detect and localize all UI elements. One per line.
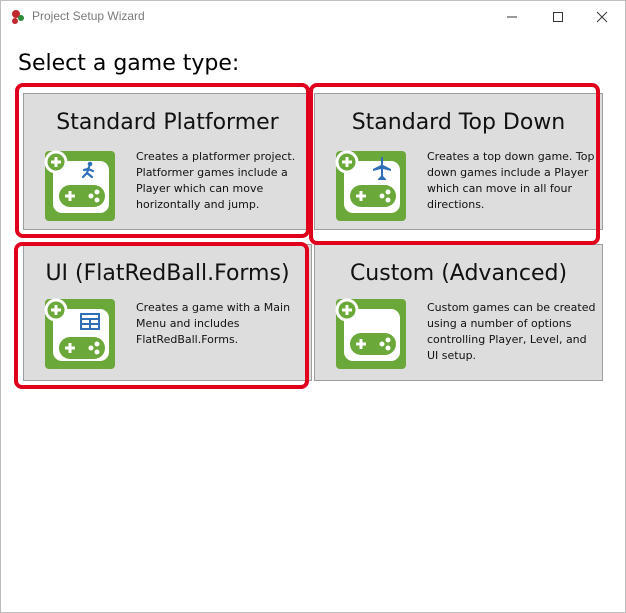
maximize-button[interactable] (535, 1, 581, 32)
close-button[interactable] (579, 1, 625, 32)
gamepad-icon (335, 298, 406, 369)
card-title: Standard Top Down (351, 110, 566, 135)
ui-forms-icon (44, 298, 115, 369)
card-standard-top-down[interactable]: Standard Top Down Creates a top down gam… (314, 93, 603, 230)
app-icon (12, 10, 24, 24)
card-title: Custom (Advanced) (349, 261, 568, 286)
card-title: UI (FlatRedBall.Forms) (45, 261, 290, 286)
minimize-button[interactable] (489, 1, 535, 32)
title-bar[interactable]: Project Setup Wizard (1, 1, 625, 32)
page-prompt: Select a game type: (18, 51, 240, 76)
card-description: Custom games can be created using a numb… (427, 301, 596, 362)
card-title: Standard Platformer (56, 110, 279, 135)
top-down-airplane-icon (335, 150, 406, 221)
card-description: Creates a top down game. Top down games … (427, 150, 595, 211)
card-description: Creates a platformer project. Platformer… (136, 150, 296, 211)
maximize-icon (553, 11, 563, 22)
card-custom-advanced[interactable]: Custom (Advanced) Custom games can be cr… (314, 244, 603, 381)
close-icon (596, 11, 608, 22)
minimize-icon (507, 16, 517, 17)
card-ui-flatredball-forms[interactable]: UI (FlatRedBall.Forms) Creates a game wi… (23, 244, 312, 381)
card-description: Creates a game with a Main Menu and incl… (136, 301, 291, 346)
wizard-window: Project Setup Wizard Select a game type:… (0, 0, 626, 613)
window-title: Project Setup Wizard (32, 9, 145, 23)
platformer-runner-icon (44, 150, 115, 221)
card-standard-platformer[interactable]: Standard Platformer Creates a platformer… (23, 93, 312, 230)
